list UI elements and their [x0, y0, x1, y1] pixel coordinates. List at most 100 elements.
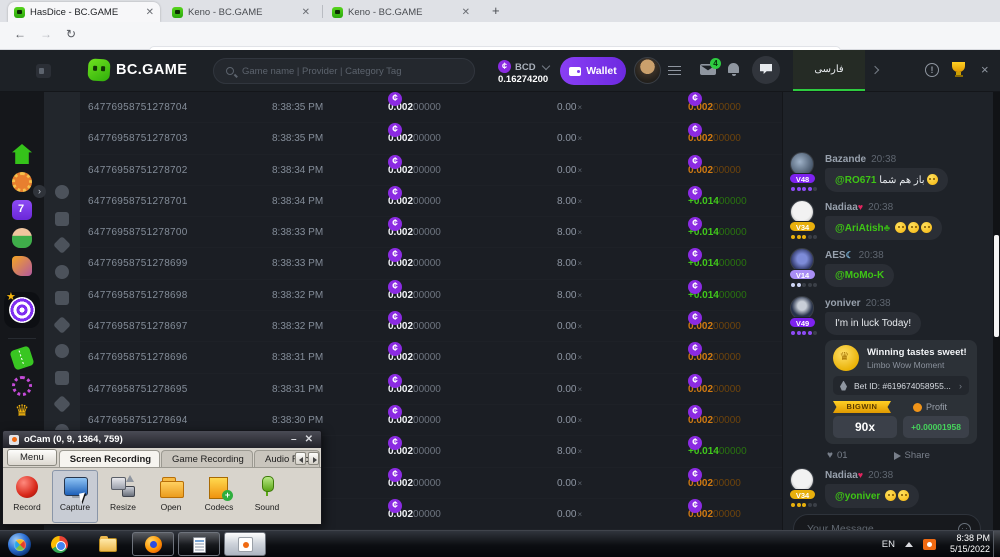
username[interactable]: Nadiaa [825, 470, 858, 481]
sidebar-item-player[interactable] [12, 228, 32, 248]
scrollbar-thumb[interactable] [994, 235, 999, 337]
share-icon[interactable] [894, 452, 901, 460]
mention[interactable]: @yoniver [835, 491, 880, 502]
wallet-button[interactable]: Wallet [560, 57, 626, 85]
sidebar-item-game-6-icon[interactable] [53, 316, 71, 334]
table-row[interactable]: 647769587512786998:38:33 PM¢0.002000008.… [80, 248, 782, 279]
ocam-minimize-icon[interactable]: – [285, 434, 303, 445]
sidebar-item-game-7-icon[interactable] [55, 344, 69, 358]
tab-close-icon[interactable]: ✕ [302, 7, 310, 18]
tab-keno-2[interactable]: Keno - BC.GAME ✕ [326, 2, 476, 22]
sidebar-item-game-8-icon[interactable] [55, 371, 69, 385]
ocam-resize-button[interactable]: Resize [100, 470, 146, 523]
chat-toggle-icon[interactable] [752, 56, 780, 84]
sidebar-item-vip-crown[interactable]: ♛ [12, 402, 32, 422]
win-card[interactable]: Winning tastes sweet! Limbo Wow Moment B… [825, 340, 977, 444]
bcd-coin-icon[interactable]: ¢ [498, 60, 511, 73]
chat-close-icon[interactable]: × [981, 62, 989, 77]
sidebar-item-game-2-icon[interactable] [55, 212, 69, 226]
table-row[interactable]: 647769587512787018:38:34 PM¢0.002000008.… [80, 186, 782, 217]
tab-close-icon[interactable]: ✕ [146, 7, 154, 18]
sidebar-item-bonus-ticket[interactable] [9, 345, 34, 370]
sidebar-item-game-4-icon[interactable] [55, 265, 69, 279]
casino-expand-icon[interactable]: › [33, 185, 46, 198]
ocam-tab-screen-recording[interactable]: Screen Recording [59, 450, 160, 467]
taskbar-explorer-icon[interactable] [99, 538, 117, 552]
tab-hasdice[interactable]: HasDice - BC.GAME ✕ [8, 2, 160, 22]
ocam-open-button[interactable]: Open [148, 470, 194, 523]
reload-icon[interactable]: ↻ [66, 27, 76, 41]
table-row[interactable]: 647769587512786958:38:31 PM¢0.002000000.… [80, 374, 782, 405]
bet-time: 8:38:33 PM [272, 217, 323, 248]
back-icon[interactable]: ← [14, 27, 26, 41]
sidebar-toggle-icon[interactable] [36, 64, 51, 78]
ocam-tab-scroll-left-icon[interactable] [295, 452, 306, 465]
mention[interactable]: @RO671 [835, 175, 876, 186]
ocam-record-button[interactable]: Record [4, 470, 50, 523]
sidebar-item-slots[interactable] [12, 200, 32, 220]
mention[interactable]: @MoMo-K [835, 270, 884, 281]
taskbar-chrome-icon[interactable] [51, 536, 68, 553]
scrollbar-track[interactable] [993, 92, 1000, 530]
chat-language-arrow-icon[interactable] [871, 66, 879, 74]
table-row[interactable]: 647769587512786978:38:32 PM¢0.002000000.… [80, 311, 782, 342]
sidebar-item-lottery[interactable] [12, 256, 32, 276]
ocam-title-bar[interactable]: oCam (0, 9, 1364, 759) – ✕ [3, 431, 321, 448]
taskbar-notepad-button[interactable] [178, 532, 220, 556]
ocam-tab-game-recording[interactable]: Game Recording [161, 450, 253, 467]
ocam-codecs-button[interactable]: Codecs [196, 470, 242, 523]
bcgame-logo-text[interactable]: BC.GAME [116, 62, 187, 78]
tab-close-icon[interactable]: ✕ [462, 7, 470, 18]
ocam-close-icon[interactable]: ✕ [303, 434, 321, 445]
taskbar-clock[interactable]: 8:38 PM 5/15/2022 [950, 533, 990, 555]
ocam-sound-button[interactable]: Sound [244, 470, 290, 523]
message-time: 20:38 [866, 298, 891, 309]
bcgame-logo-icon[interactable] [87, 58, 110, 81]
currency-label[interactable]: BCD [515, 62, 536, 73]
chat-trophy-icon[interactable] [952, 62, 965, 72]
sidebar-item-casino[interactable] [12, 172, 32, 192]
currency-chevron-icon[interactable] [542, 62, 550, 70]
table-row[interactable]: 647769587512787008:38:33 PM¢0.002000008.… [80, 217, 782, 248]
sidebar-item-hash-dice[interactable] [4, 292, 40, 328]
sidebar-item-game-3-icon[interactable] [53, 236, 71, 254]
table-row[interactable]: 647769587512786988:38:32 PM¢0.002000008.… [80, 280, 782, 311]
notifications-bell-icon[interactable] [728, 63, 739, 73]
game-search[interactable] [213, 58, 475, 84]
user-avatar[interactable] [634, 57, 661, 84]
like-heart-icon[interactable]: ♥ [827, 450, 833, 461]
show-desktop-button[interactable] [993, 531, 1000, 557]
bet-id-pill[interactable]: Bet ID: #619674058955... › [833, 376, 969, 395]
tray-expand-icon[interactable] [905, 542, 913, 547]
username[interactable]: AES [825, 250, 846, 261]
username[interactable]: Nadiaa [825, 202, 858, 213]
forward-icon[interactable]: → [40, 27, 52, 41]
sidebar-item-game-9-icon[interactable] [53, 395, 71, 413]
account-menu-icon[interactable] [668, 66, 681, 75]
table-row[interactable]: 647769587512787028:38:34 PM¢0.002000000.… [80, 155, 782, 186]
chat-language-tab[interactable]: فارسی [793, 50, 865, 91]
taskbar-ocam-button[interactable] [224, 532, 266, 556]
table-row[interactable]: 647769587512787048:38:35 PM¢0.002000000.… [80, 92, 782, 123]
sidebar-item-game-1-icon[interactable] [55, 185, 69, 199]
share-label[interactable]: Share [905, 450, 930, 461]
new-tab-button[interactable]: + [492, 3, 500, 18]
sidebar-item-game-5-icon[interactable] [55, 291, 69, 305]
table-row[interactable]: 647769587512786968:38:31 PM¢0.002000000.… [80, 342, 782, 373]
ocam-capture-button[interactable]: Capture [52, 470, 98, 523]
tab-keno-1[interactable]: Keno - BC.GAME ✕ [166, 2, 316, 22]
sidebar-item-home[interactable] [12, 144, 32, 164]
mention[interactable]: @AriAtish [835, 223, 884, 234]
sidebar-item-spin[interactable] [12, 376, 32, 396]
tray-ocam-icon[interactable] [923, 539, 936, 550]
start-button[interactable] [8, 533, 31, 556]
ocam-tab-scroll-right-icon[interactable] [308, 452, 319, 465]
language-indicator[interactable]: EN [882, 539, 895, 550]
ocam-menu-button[interactable]: Menu [7, 449, 57, 466]
table-row[interactable]: 647769587512787038:38:35 PM¢0.002000000.… [80, 123, 782, 154]
taskbar-firefox-button[interactable] [132, 532, 174, 556]
username[interactable]: Bazande [825, 154, 866, 165]
chat-rules-icon[interactable]: ! [925, 63, 939, 77]
search-input[interactable] [242, 66, 442, 77]
username[interactable]: yoniver [825, 298, 861, 309]
